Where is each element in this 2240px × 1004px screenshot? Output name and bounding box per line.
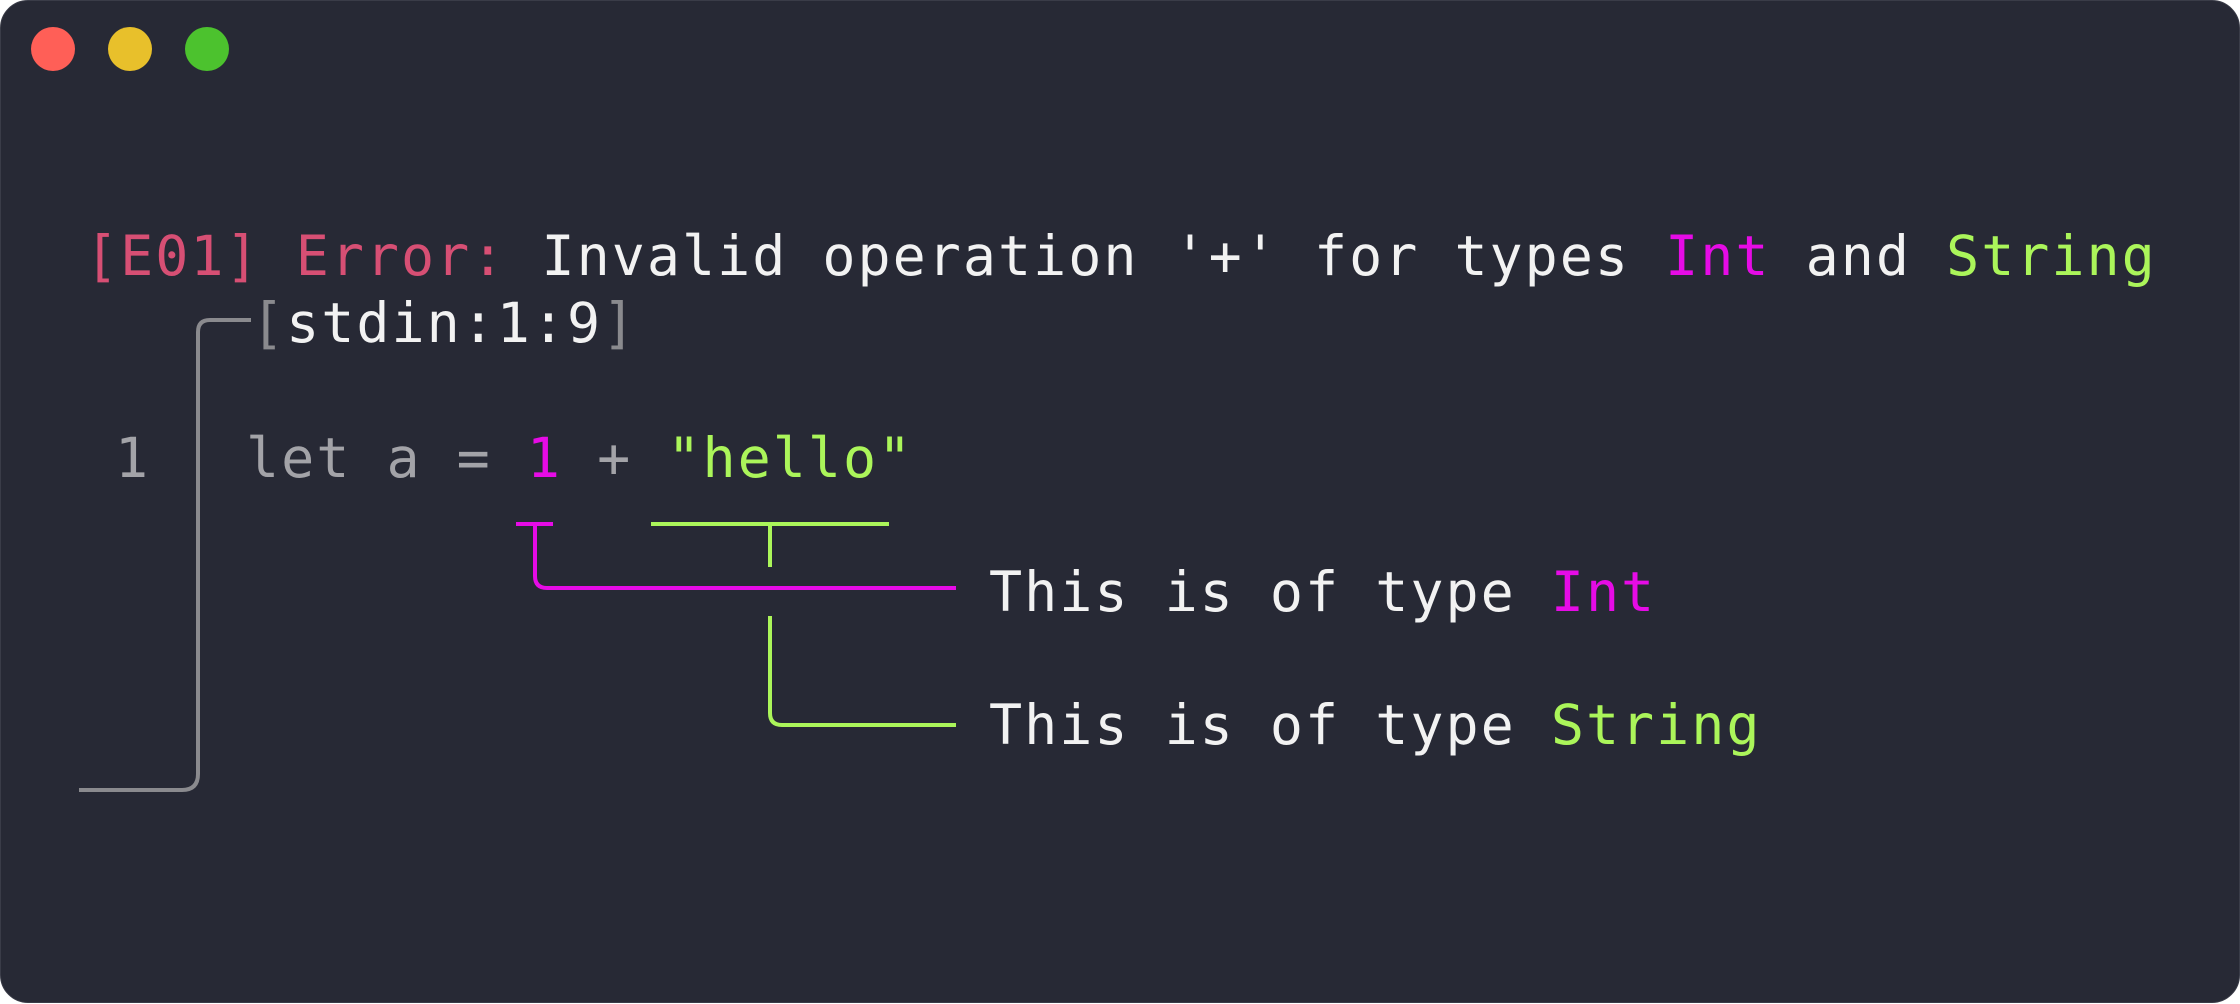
annotation-int: This is of type Int bbox=[989, 565, 1656, 620]
location-close-bracket: ] bbox=[602, 291, 638, 355]
diagnostic-diagram bbox=[79, 318, 956, 792]
error-label: Error: bbox=[295, 224, 507, 288]
error-code: [E01] bbox=[85, 224, 261, 288]
annotation-string-type: String bbox=[1550, 693, 1762, 757]
int-pointer bbox=[533, 524, 956, 590]
source-location: [stdin:1:9] bbox=[251, 296, 637, 351]
code-string-literal: "hello" bbox=[667, 426, 914, 490]
error-type-int: Int bbox=[1665, 224, 1771, 288]
code-prefix: let a = bbox=[246, 426, 492, 490]
annotation-string: This is of type String bbox=[989, 698, 1762, 753]
error-header: [E01] Error: Invalid operation '+' for t… bbox=[85, 229, 2157, 284]
code-operator: + bbox=[597, 426, 633, 490]
terminal-window: [E01] Error: Invalid operation '+' for t… bbox=[0, 0, 2240, 1003]
frame-line bbox=[79, 318, 251, 792]
annotation-int-text: This is of type bbox=[989, 560, 1516, 624]
annotation-string-text: This is of type bbox=[989, 693, 1516, 757]
line-number: 1 bbox=[115, 426, 151, 490]
location-open-bracket: [ bbox=[251, 291, 287, 355]
annotation-int-type: Int bbox=[1550, 560, 1657, 624]
string-pointer bbox=[768, 616, 956, 727]
code-int-literal: 1 bbox=[526, 426, 563, 490]
error-conjunction: and bbox=[1805, 224, 1911, 288]
error-message: Invalid operation '+' for types bbox=[541, 224, 1631, 288]
error-type-string: String bbox=[1946, 224, 2157, 288]
source-code-line: let a = 1 + "hello" bbox=[246, 431, 913, 486]
location-text: stdin:1:9 bbox=[286, 291, 603, 355]
